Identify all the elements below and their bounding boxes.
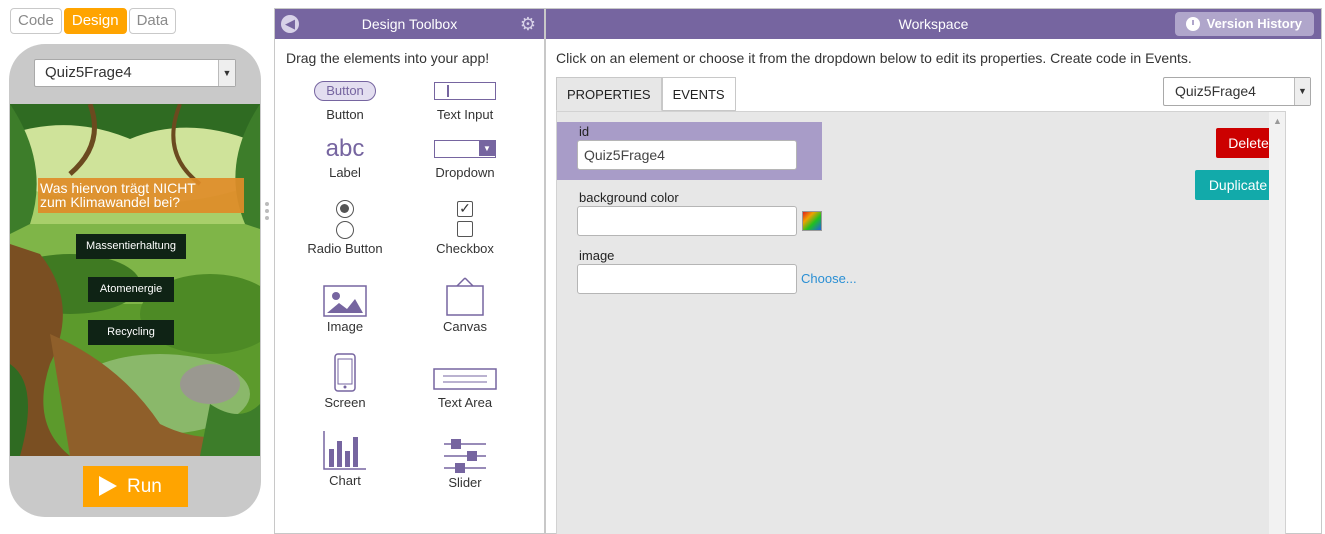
color-picker-icon[interactable] (802, 211, 822, 231)
tool-screen[interactable]: Screen (290, 353, 400, 410)
tool-dropdown[interactable]: ▼ Dropdown (410, 135, 520, 180)
app-preview-screen[interactable]: Was hiervon trägt NICHT zum Klimawandel … (10, 104, 260, 456)
answer-button-recycling[interactable]: Recycling (88, 320, 174, 345)
screen-dropdown[interactable]: Quiz5Frage4 ▼ (34, 59, 236, 87)
tab-design[interactable]: Design (63, 8, 127, 34)
element-dropdown-value: Quiz5Frage4 (1175, 83, 1256, 99)
tool-label: Image (326, 319, 364, 334)
gear-icon[interactable]: ⚙ (520, 9, 536, 39)
image-label: image (579, 248, 615, 263)
button-icon: Button (314, 81, 376, 101)
dropdown-icon: ▼ (434, 140, 496, 158)
id-label: id (579, 124, 590, 139)
properties-panel: id Quiz5Frage4 background color image Ch… (556, 111, 1286, 534)
background-color-input[interactable] (577, 206, 797, 236)
tool-radio-button[interactable]: Radio Button (290, 199, 400, 256)
clock-icon (1185, 17, 1200, 31)
workspace-title: Workspace (898, 16, 969, 32)
tool-label: Screen (324, 395, 366, 410)
toolbox-title: Design Toolbox (361, 16, 458, 32)
tab-events[interactable]: EVENTS (661, 77, 736, 111)
run-label: Run (127, 476, 162, 497)
version-history-label: Version History (1206, 16, 1302, 31)
slider-icon (444, 439, 486, 473)
tool-chart[interactable]: Chart (290, 429, 400, 488)
tool-text-area[interactable]: Text Area (410, 365, 520, 410)
tool-canvas[interactable]: Canvas (410, 277, 520, 334)
quiz-question-label[interactable]: Was hiervon trägt NICHT zum Klimawandel … (38, 178, 244, 213)
app-lab-window: Code Design Data Quiz5Frage4 ▼ Was hierv… (0, 0, 1325, 534)
resize-handle[interactable] (265, 202, 269, 223)
collapse-arrow-icon[interactable]: ◀ (281, 15, 299, 33)
run-button[interactable]: Run (83, 466, 188, 507)
checkbox-icon: ✓ (457, 201, 473, 217)
tool-label: Radio Button (307, 241, 383, 256)
tool-label: Checkbox (436, 241, 494, 256)
tool-label: Canvas (442, 319, 488, 334)
tab-data[interactable]: Data (128, 8, 177, 34)
chevron-up-icon: ▲ (1273, 116, 1282, 126)
label-icon: abc (325, 135, 365, 162)
tool-label: Text Area (437, 395, 493, 410)
tool-slider[interactable]: Slider (410, 439, 520, 490)
design-toolbox: ◀ Design Toolbox ⚙ Drag the elements int… (274, 8, 545, 534)
workspace-hint: Click on an element or choose it from th… (556, 50, 1192, 66)
property-tabs: PROPERTIES EVENTS (556, 77, 736, 111)
tool-label: Chart (329, 473, 361, 488)
element-dropdown[interactable]: Quiz5Frage4 ▼ (1163, 77, 1311, 106)
tool-checkbox[interactable]: ✓ Checkbox (410, 199, 520, 256)
canvas-icon (446, 277, 484, 316)
tool-label: Button (326, 107, 364, 122)
tool-button[interactable]: Button Button (290, 77, 400, 122)
chevron-down-icon: ▼ (218, 60, 235, 86)
answer-button-massentierhaltung[interactable]: Massentierhaltung (76, 234, 186, 259)
tool-label-element[interactable]: abc Label (290, 135, 400, 180)
workspace-header: Workspace Version History (546, 9, 1321, 39)
mode-tabs: Code Design Data (10, 8, 178, 34)
workspace-panel: Workspace Version History Click on an el… (545, 8, 1322, 534)
text-input-icon (434, 82, 496, 100)
choose-image-link[interactable]: Choose... (801, 271, 857, 286)
tool-label: Dropdown (435, 165, 495, 180)
answer-button-atomenergie[interactable]: Atomenergie (88, 277, 174, 302)
background-color-label: background color (579, 190, 679, 205)
image-icon (323, 285, 367, 317)
id-input[interactable]: Quiz5Frage4 (577, 140, 797, 170)
tool-image[interactable]: Image (290, 285, 400, 334)
tab-properties[interactable]: PROPERTIES (556, 77, 662, 111)
chart-icon (323, 431, 366, 470)
tool-label: Label (329, 165, 361, 180)
play-icon (99, 476, 117, 496)
tool-text-input[interactable]: Text Input (410, 77, 520, 122)
toolbox-header: ◀ Design Toolbox ⚙ (275, 9, 544, 39)
screen-dropdown-value: Quiz5Frage4 (45, 64, 132, 81)
tool-label: Slider (448, 475, 482, 490)
radio-button-icon (336, 199, 354, 218)
chevron-down-icon: ▼ (1294, 78, 1310, 105)
tab-code[interactable]: Code (10, 8, 62, 34)
tool-label: Text Input (436, 107, 494, 122)
toolbox-hint: Drag the elements into your app! (286, 50, 490, 66)
text-area-icon (433, 368, 497, 390)
image-input[interactable] (577, 264, 797, 294)
version-history-button[interactable]: Version History (1174, 12, 1314, 36)
properties-scrollbar[interactable]: ▲ (1269, 112, 1285, 534)
screen-icon (334, 353, 356, 392)
